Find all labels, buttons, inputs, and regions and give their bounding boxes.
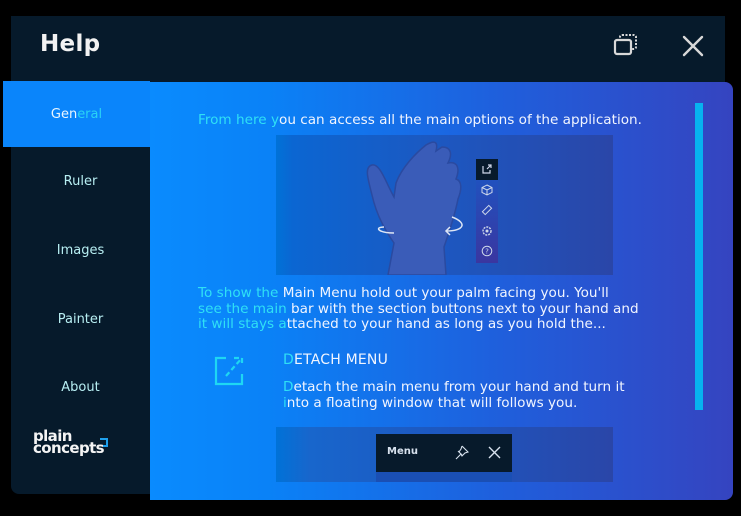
close-button[interactable] <box>680 33 706 59</box>
help-icon: ? <box>481 245 493 257</box>
sidebar-item-label: About <box>61 379 100 395</box>
cube-icon <box>481 184 493 196</box>
floating-menu-illustration: Menu <box>276 427 613 482</box>
restore-window-button[interactable] <box>612 32 640 58</box>
gear-icon <box>482 226 492 236</box>
main-bar-preview: ? <box>476 159 498 263</box>
sidebar-item-label: Ruler <box>63 173 98 189</box>
detach-menu-description: Detach the main menu from your hand and … <box>283 379 625 411</box>
main-menu-text: To show the Main Menu hold out your palm… <box>198 285 639 332</box>
sidebar-item-about[interactable]: About <box>11 354 150 420</box>
detach-menu-title: DETACH MENU <box>283 352 389 368</box>
floating-menu-preview: Menu <box>376 434 512 482</box>
pin-icon <box>455 445 469 460</box>
floating-menu-label: Menu <box>387 446 418 457</box>
plain-concepts-logo: plain concepts <box>33 429 113 460</box>
sidebar-item-label: Images <box>56 242 105 258</box>
sidebar-item-images[interactable]: Images <box>11 217 150 283</box>
sidebar-item-ruler[interactable]: Ruler <box>11 148 150 214</box>
window-title: Help <box>40 31 101 57</box>
hand-icon <box>366 141 463 275</box>
sidebar-item-label: Painter <box>57 311 104 327</box>
detach-icon <box>214 356 244 386</box>
content-panel: From here you can access all the main op… <box>150 82 733 500</box>
sidebar-item-painter[interactable]: Painter <box>11 286 150 352</box>
detach-icon <box>482 164 492 174</box>
sidebar-item-general[interactable]: General <box>3 81 150 147</box>
close-icon <box>682 35 704 57</box>
ruler-icon <box>481 204 493 216</box>
close-icon <box>488 446 501 459</box>
logo-mark-icon <box>100 438 108 447</box>
svg-text:?: ? <box>485 248 489 256</box>
sidebar-item-label: General <box>50 106 103 122</box>
scrollbar-thumb[interactable] <box>695 103 703 410</box>
palm-illustration: ? <box>276 135 613 275</box>
intro-text: From here you can access all the main op… <box>198 112 642 128</box>
restore-window-icon <box>613 34 637 56</box>
